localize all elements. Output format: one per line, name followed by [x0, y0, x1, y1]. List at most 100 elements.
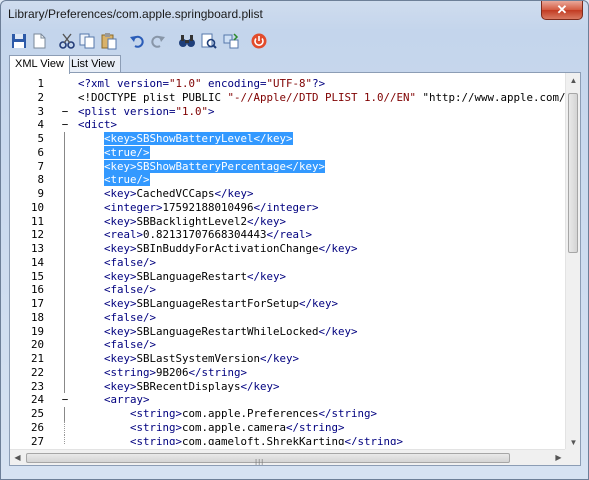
line-number: 8 — [37, 173, 44, 187]
line-number: 2 — [37, 90, 44, 104]
code-line[interactable]: 13 <key>SBInBuddyForActivationChange</ke… — [10, 242, 566, 256]
code-line[interactable]: 15 <key>SBLanguageRestart</key> — [10, 269, 566, 284]
code-line[interactable]: 19 <key>SBLanguageRestartWhileLocked</ke… — [10, 324, 566, 339]
new-document-button[interactable] — [30, 32, 48, 50]
line-number: 20 — [30, 338, 44, 352]
code-line[interactable]: 7 <key>SBShowBatteryPercentage</key> — [10, 159, 566, 174]
app-window: Library/Preferences/com.apple.springboar… — [0, 0, 589, 480]
xml-editor[interactable]: 1 <?xml version="1.0" encoding="UTF-8"?> 2… — [9, 72, 581, 466]
code-line[interactable]: 14 <false/> — [10, 255, 566, 270]
copy-button[interactable] — [78, 32, 96, 50]
code-text: <dict> — [78, 118, 118, 132]
code-line[interactable]: 5 <key>SBShowBatteryLevel</key> — [10, 132, 566, 146]
code-line[interactable]: 1 <?xml version="1.0" encoding="UTF-8"?> — [10, 77, 566, 91]
save-button[interactable] — [10, 32, 28, 50]
redo-button[interactable] — [149, 32, 167, 50]
code-line[interactable]: 18 <false/> — [10, 310, 566, 325]
line-number: 1 — [37, 77, 44, 90]
code-text: <key>SBShowBatteryPercentage</key> — [104, 159, 326, 173]
line-number: 4 — [37, 118, 44, 132]
code-line[interactable]: 21 <key>SBLastSystemVersion</key> — [10, 352, 566, 366]
fold-guide — [64, 269, 65, 284]
undo-button[interactable] — [128, 32, 146, 50]
fold-guide — [64, 200, 65, 215]
code-line[interactable]: 11 <key>SBBacklightLevel2</key> — [10, 214, 566, 229]
fold-guide — [64, 145, 65, 160]
window-title: Library/Preferences/com.apple.springboar… — [8, 7, 263, 21]
code-line[interactable]: 4 − <dict> — [10, 118, 566, 132]
code-line[interactable]: 22 <string>9B206</string> — [10, 365, 566, 380]
code-text: <false/> — [104, 338, 157, 352]
code-line[interactable]: 24 − <array> — [10, 393, 566, 407]
code-text: <false/> — [104, 310, 157, 324]
code-line[interactable]: 26 <string>com.apple.camera</string> — [10, 420, 566, 435]
code-line[interactable]: 23 <key>SBRecentDisplays</key> — [10, 379, 566, 394]
code-line[interactable]: 9 <key>CachedVCCaps</key> — [10, 187, 566, 201]
find-button[interactable] — [178, 32, 196, 50]
code-text: <string>9B206</string> — [104, 365, 248, 379]
line-number: 23 — [30, 379, 44, 393]
fold-guide — [64, 283, 65, 297]
scroll-up-icon[interactable]: ▲ — [566, 73, 580, 88]
power-button[interactable] — [250, 32, 268, 50]
code-line[interactable]: 3 − <plist version="1.0"> — [10, 105, 566, 119]
find-next-icon — [201, 33, 217, 49]
code-line[interactable]: 12 <real>0.82131707668304443</real> — [10, 228, 566, 242]
line-number: 25 — [30, 407, 44, 420]
fold-guide — [64, 379, 65, 394]
code-text: <?xml version="1.0" encoding="UTF-8"?> — [78, 77, 326, 90]
tab-xml-view[interactable]: XML View — [9, 55, 70, 74]
horizontal-scroll-thumb[interactable]: ||| — [26, 453, 510, 466]
code-text: <string>com.gameloft.ShrekKarting</strin… — [130, 434, 404, 446]
fold-toggle-icon[interactable]: − — [60, 118, 70, 132]
line-number: 26 — [30, 420, 44, 434]
scroll-right-icon[interactable]: ▶ — [551, 450, 566, 465]
fold-guide — [64, 228, 65, 242]
grip-icon: ||| — [255, 458, 265, 466]
code-line[interactable]: 16 <false/> — [10, 283, 566, 297]
title-bar[interactable]: Library/Preferences/com.apple.springboar… — [1, 1, 588, 29]
close-button[interactable]: ✕ — [541, 1, 583, 20]
code-line[interactable]: 8 <true/> — [10, 173, 566, 187]
replace-button[interactable] — [222, 32, 240, 50]
scroll-left-icon[interactable]: ◀ — [10, 450, 25, 465]
fold-toggle-icon[interactable]: − — [60, 105, 70, 119]
code-text: <false/> — [104, 283, 157, 297]
paste-button[interactable] — [100, 32, 118, 50]
tab-list-view[interactable]: List View — [65, 55, 121, 73]
fold-guide — [64, 297, 65, 311]
find-icon — [179, 35, 195, 47]
code-text: <!DOCTYPE plist PUBLIC "-//Apple//DTD PL… — [78, 90, 566, 104]
fold-guide — [64, 187, 65, 201]
code-line[interactable]: 2 <!DOCTYPE plist PUBLIC "-//Apple//DTD P… — [10, 91, 566, 105]
code-line[interactable]: 6 <true/> — [10, 145, 566, 160]
code-line[interactable]: 10 <integer>17592188010496</integer> — [10, 200, 566, 215]
paste-icon — [101, 33, 117, 50]
fold-guide — [64, 242, 65, 256]
fold-toggle-icon[interactable]: − — [60, 393, 70, 407]
vertical-scrollbar[interactable]: ▲ ▼ — [565, 73, 580, 450]
code-text: <key>SBLanguageRestart</key> — [104, 269, 287, 283]
code-line[interactable]: 17 <key>SBLanguageRestartForSetup</key> — [10, 297, 566, 311]
line-number: 6 — [37, 145, 44, 159]
line-number: 9 — [37, 187, 44, 200]
line-number: 11 — [30, 214, 44, 228]
line-number: 18 — [30, 310, 44, 324]
power-icon — [251, 33, 267, 49]
line-number: 14 — [30, 255, 44, 269]
find-next-button[interactable] — [200, 32, 218, 50]
vertical-scroll-thumb[interactable] — [568, 93, 578, 253]
code-line[interactable]: 25 <string>com.apple.Preferences</string… — [10, 407, 566, 421]
code-line[interactable]: 27 <string>com.gameloft.ShrekKarting</st… — [10, 434, 566, 446]
horizontal-scrollbar[interactable]: ◀ ||| ▶ — [10, 449, 566, 465]
cut-icon — [59, 33, 75, 49]
line-number: 7 — [37, 159, 44, 173]
new-document-icon — [33, 33, 46, 49]
code-area[interactable]: 1 <?xml version="1.0" encoding="UTF-8"?> 2… — [10, 77, 566, 445]
code-line[interactable]: 20 <false/> — [10, 338, 566, 352]
line-number: 13 — [30, 242, 44, 255]
fold-guide — [64, 338, 65, 352]
fold-guide — [64, 255, 65, 270]
scroll-down-icon[interactable]: ▼ — [566, 435, 580, 450]
cut-button[interactable] — [58, 32, 76, 50]
